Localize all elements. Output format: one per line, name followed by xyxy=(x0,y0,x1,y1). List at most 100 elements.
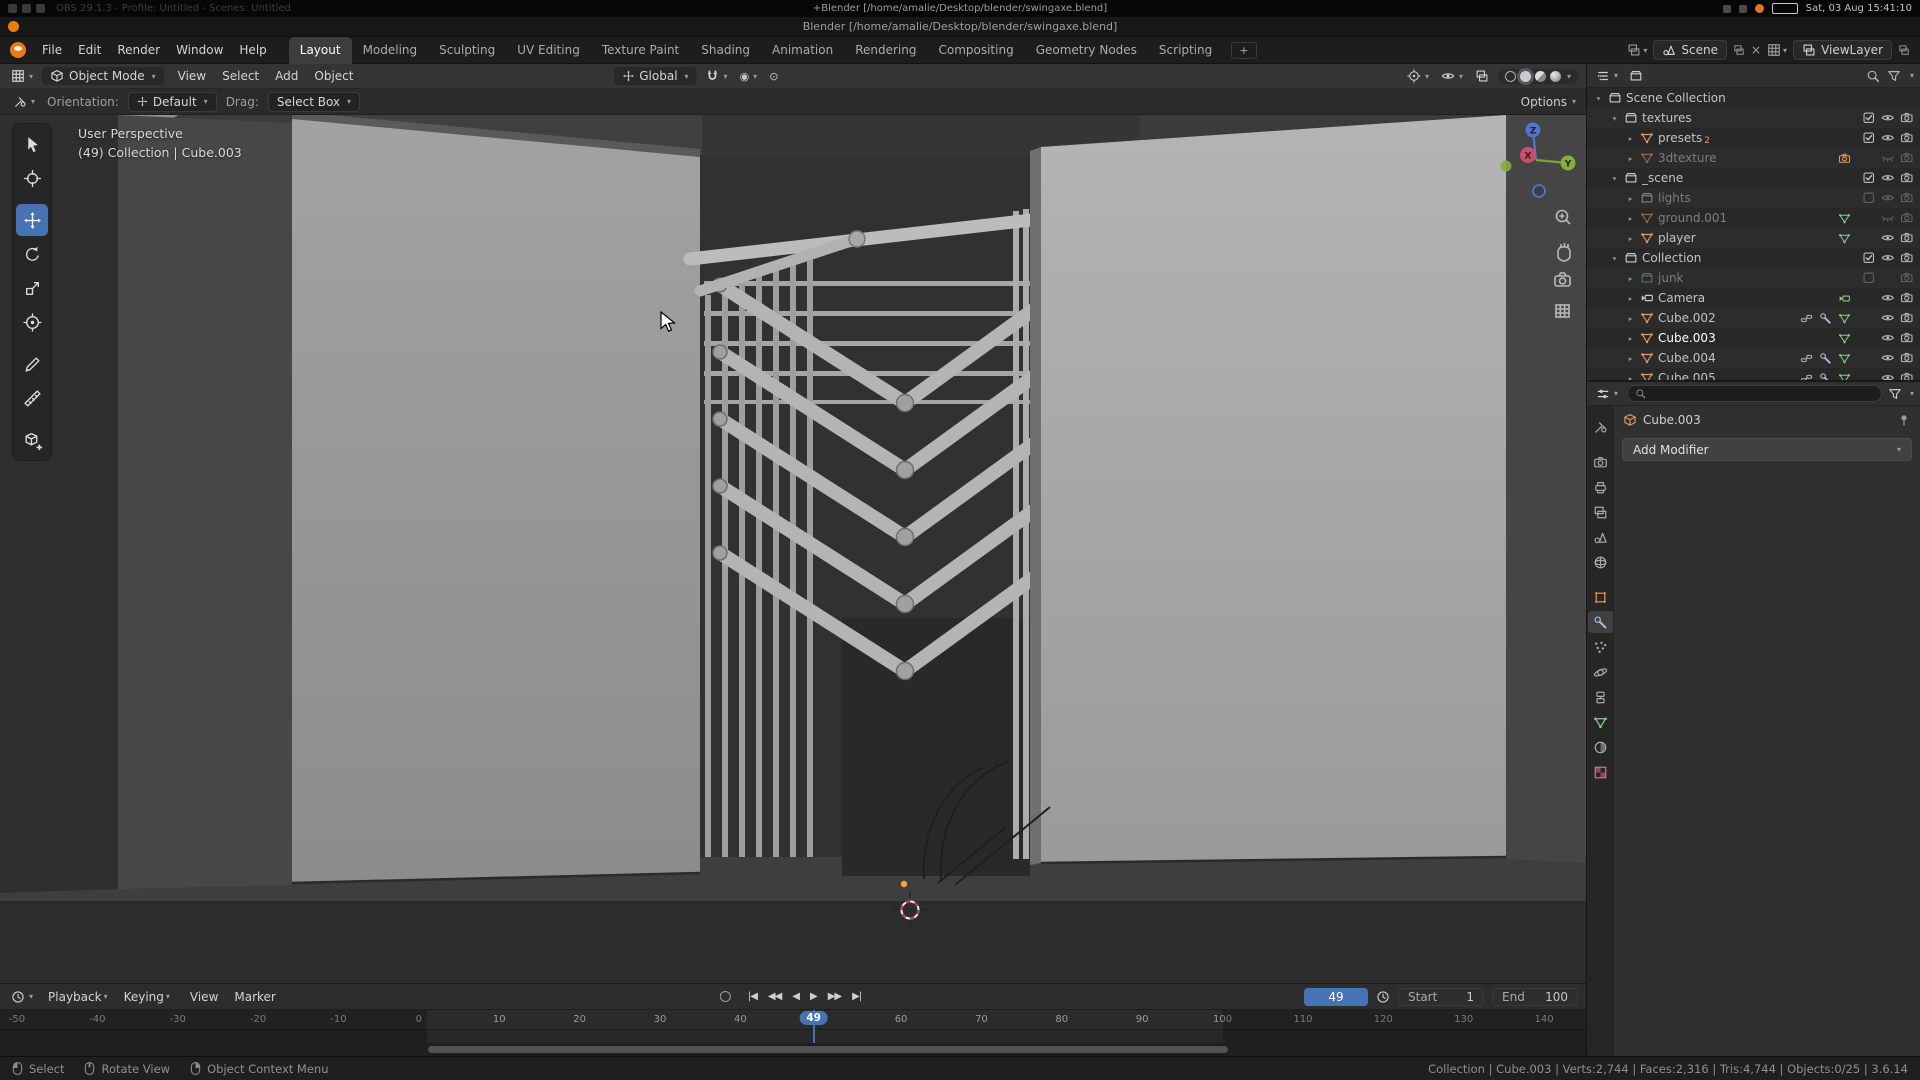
properties-tab-physics[interactable] xyxy=(1588,661,1613,683)
menu-item[interactable]: Help xyxy=(231,40,274,60)
toggle-slot[interactable] xyxy=(1859,231,1878,245)
outliner-row-Cube.005[interactable]: ▸Cube.005 xyxy=(1587,368,1920,380)
shading-wireframe-button[interactable] xyxy=(1505,71,1516,82)
menu-item[interactable]: Render xyxy=(109,40,168,60)
new-scene-icon[interactable] xyxy=(1733,44,1745,56)
properties-options-icon[interactable]: ▾ xyxy=(1910,389,1914,398)
show-gizmo-button[interactable]: ▾ xyxy=(1404,67,1432,85)
timeline-scrollbar[interactable] xyxy=(0,1043,1586,1056)
toggle-slot[interactable] xyxy=(1897,111,1916,125)
outliner-row-ground.001[interactable]: ▸ground.001 xyxy=(1587,208,1920,228)
toggle-slot[interactable] xyxy=(1878,331,1897,345)
xray-toggle[interactable] xyxy=(1472,67,1492,85)
scene-selector[interactable]: Scene xyxy=(1653,40,1727,60)
toggle-slot[interactable] xyxy=(1859,351,1878,365)
menu-item[interactable]: File xyxy=(34,40,70,60)
toggle-slot[interactable] xyxy=(1878,251,1897,265)
timeline-menu-item[interactable]: Playback▾ xyxy=(40,987,116,1007)
menu-item[interactable]: Edit xyxy=(70,40,109,60)
playhead[interactable]: 49 xyxy=(813,1010,815,1044)
viewport-menu-item[interactable]: Add xyxy=(267,66,306,86)
expand-caret-icon[interactable]: ▾ xyxy=(1609,254,1620,263)
snapping-button[interactable]: ▾ xyxy=(703,67,731,85)
right-wall-slab[interactable] xyxy=(1041,115,1506,863)
toggle-slot[interactable] xyxy=(1878,191,1897,205)
workspace-tab[interactable]: Animation xyxy=(761,37,844,64)
expand-caret-icon[interactable]: ▸ xyxy=(1625,334,1636,343)
breadcrumb-object-name[interactable]: Cube.003 xyxy=(1643,413,1701,427)
outliner-row-_scene[interactable]: ▾_scene xyxy=(1587,168,1920,188)
workspace-tab[interactable]: Shading xyxy=(690,37,761,64)
tool-scale-button[interactable] xyxy=(16,272,48,304)
expand-caret-icon[interactable]: ▸ xyxy=(1625,274,1636,283)
toggle-slot[interactable] xyxy=(1897,351,1916,365)
timeline-menu-item[interactable]: Marker xyxy=(226,987,283,1007)
pin-icon[interactable] xyxy=(1897,413,1911,427)
properties-tab-data[interactable] xyxy=(1588,711,1613,733)
outliner-row-Camera[interactable]: ▸Camera xyxy=(1587,288,1920,308)
active-tool-icon[interactable]: ▾ xyxy=(10,93,38,111)
tray-notification-icon[interactable] xyxy=(1755,4,1764,13)
tool-select-box-button[interactable] xyxy=(16,128,48,160)
stopwatch-icon[interactable] xyxy=(1376,990,1390,1004)
3d-viewport-scene[interactable]: Z Y X xyxy=(0,115,1586,983)
new-viewlayer-icon[interactable] xyxy=(1898,44,1910,56)
transform-orientation-selector[interactable]: Global▾ xyxy=(614,67,696,85)
toggle-slot[interactable] xyxy=(1897,231,1916,245)
properties-tab-material[interactable] xyxy=(1588,736,1613,758)
properties-filter-icon[interactable] xyxy=(1888,387,1902,401)
toggle-slot[interactable] xyxy=(1859,211,1878,225)
frame-end-field[interactable]: End100 xyxy=(1492,988,1578,1006)
tool-cursor-button[interactable] xyxy=(16,162,48,194)
timeline-editor-type-button[interactable]: ▾ xyxy=(8,988,36,1006)
expand-caret-icon[interactable]: ▾ xyxy=(1609,174,1620,183)
timeline-menu-item[interactable]: View xyxy=(182,987,226,1007)
outliner-row-Cube.002[interactable]: ▸Cube.002 xyxy=(1587,308,1920,328)
transport-button[interactable]: ▶| xyxy=(847,990,866,1003)
properties-tab-particles[interactable] xyxy=(1588,636,1613,658)
outliner-row-Collection[interactable]: ▾Collection xyxy=(1587,248,1920,268)
expand-caret-icon[interactable]: ▸ xyxy=(1625,234,1636,243)
tool-annotate-button[interactable] xyxy=(16,348,48,380)
toggle-slot[interactable] xyxy=(1897,211,1916,225)
toggle-slot[interactable] xyxy=(1878,211,1897,225)
toggle-slot[interactable] xyxy=(1878,311,1897,325)
gizmo-neg-z-axis[interactable] xyxy=(1533,185,1545,197)
toggle-slot[interactable] xyxy=(1878,371,1897,380)
expand-caret-icon[interactable]: ▸ xyxy=(1625,134,1636,143)
outliner-row-Cube.003[interactable]: ▸Cube.003 xyxy=(1587,328,1920,348)
outliner-row-Cube.004[interactable]: ▸Cube.004 xyxy=(1587,348,1920,368)
tool-transform-button[interactable] xyxy=(16,306,48,338)
toggle-slot[interactable] xyxy=(1859,271,1878,285)
workspace-tab[interactable]: Layout xyxy=(289,37,352,64)
viewport-menu-item[interactable]: Object xyxy=(306,66,361,86)
auto-keying-toggle[interactable] xyxy=(720,991,731,1002)
properties-editor-type-button[interactable]: ▾ xyxy=(1593,385,1621,403)
transport-button[interactable]: |◀ xyxy=(743,990,762,1003)
toggle-slot[interactable] xyxy=(1897,331,1916,345)
shading-material-button[interactable] xyxy=(1535,71,1546,82)
left-wall-slab[interactable] xyxy=(292,119,700,883)
outliner-filter-icon[interactable] xyxy=(1887,69,1901,83)
timeline-track[interactable] xyxy=(0,1030,1586,1044)
toggle-slot[interactable] xyxy=(1878,351,1897,365)
os-app-icon[interactable] xyxy=(36,4,45,13)
toggle-slot[interactable] xyxy=(1878,131,1897,145)
properties-tab-render[interactable] xyxy=(1588,451,1613,473)
os-launcher-icon[interactable] xyxy=(8,4,17,13)
viewport-menu-item[interactable]: View xyxy=(170,66,214,86)
toggle-slot[interactable] xyxy=(1859,151,1878,165)
toggle-slot[interactable] xyxy=(1897,131,1916,145)
toggle-slot[interactable] xyxy=(1897,311,1916,325)
gizmo-neg-y-axis[interactable] xyxy=(1501,161,1512,172)
tool-move-button[interactable] xyxy=(16,204,48,236)
viewlayer-browse-icon[interactable]: ▾ xyxy=(1767,43,1787,57)
3d-viewport[interactable]: Z Y X xyxy=(0,115,1586,983)
show-overlays-button[interactable]: ▾ xyxy=(1438,67,1466,85)
properties-tab-view-layer[interactable] xyxy=(1588,501,1613,523)
timeline-body[interactable]: -50-40-30-20-100102030405060708090100110… xyxy=(0,1010,1586,1056)
toggle-slot[interactable] xyxy=(1897,171,1916,185)
properties-search-box[interactable] xyxy=(1627,385,1882,402)
properties-tab-output[interactable] xyxy=(1588,476,1613,498)
workspace-tab[interactable]: Sculpting xyxy=(428,37,506,64)
